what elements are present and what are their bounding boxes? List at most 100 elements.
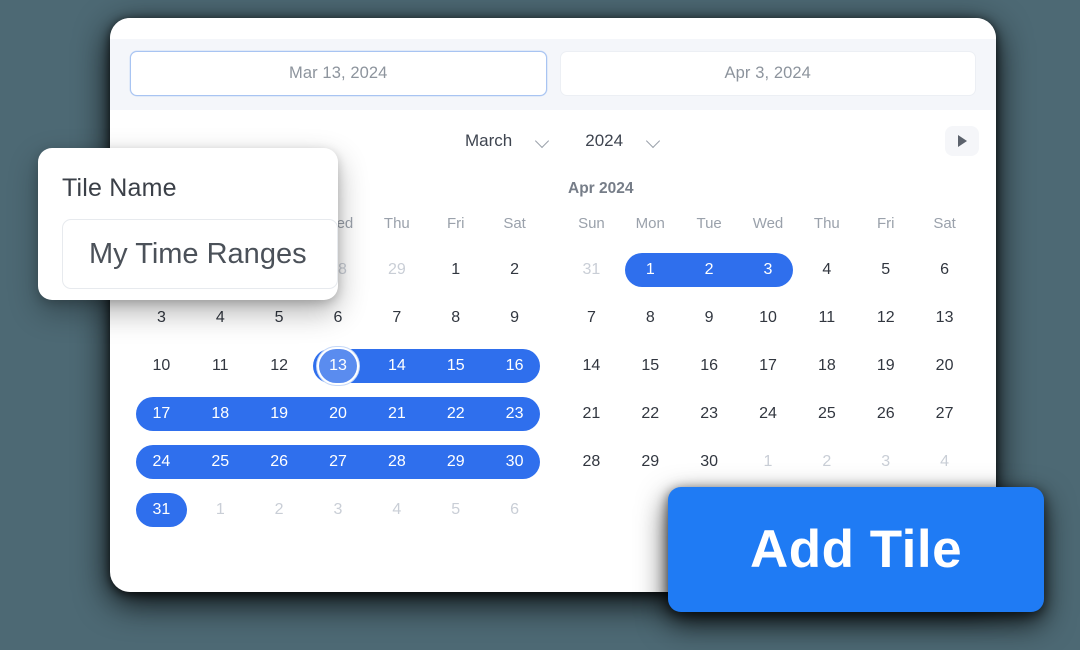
calendar-day-cell[interactable]: 3 — [738, 246, 798, 294]
calendar-day-cell[interactable]: 2 — [679, 246, 739, 294]
start-date-field[interactable]: Mar 13, 2024 — [130, 51, 547, 96]
calendar-day-cell[interactable]: 2 — [485, 246, 544, 294]
calendar-day-cell[interactable]: 9 — [680, 294, 739, 342]
calendar-week-row: 7 8 9 10 11 12 13 — [562, 294, 974, 342]
calendar-day-cell[interactable]: 15 — [621, 342, 680, 390]
calendar-day-cell[interactable]: 10 — [739, 294, 798, 342]
calendar-day-cell[interactable]: 28 — [562, 438, 621, 486]
calendar-day-number: 29 — [446, 453, 465, 470]
calendar-day-cell[interactable]: 5 — [426, 486, 485, 534]
calendar-day-cell[interactable]: 25 — [797, 390, 856, 438]
calendar-day-cell[interactable]: 1 — [426, 246, 485, 294]
calendar-day-cell[interactable]: 2 — [250, 486, 309, 534]
calendar-day-cell[interactable]: 19 — [249, 390, 309, 438]
month-select[interactable]: March — [465, 131, 549, 151]
calendar-day-cell[interactable]: 8 — [621, 294, 680, 342]
calendar-day-cell[interactable]: 20 — [308, 390, 368, 438]
calendar-day-cell[interactable]: 13 — [309, 342, 368, 390]
triangle-right-icon — [957, 135, 967, 147]
calendar-day-cell[interactable]: 29 — [367, 246, 426, 294]
calendar-week-row: 14 15 16 17 18 19 20 — [562, 342, 974, 390]
calendar-day-cell[interactable]: 17 — [132, 390, 191, 438]
weekday-label: Sun — [578, 215, 605, 232]
calendar-day-cell[interactable]: 6 — [485, 486, 544, 534]
calendar-day-number: 18 — [817, 357, 836, 374]
calendar-day-cell[interactable]: 4 — [191, 294, 250, 342]
year-select[interactable]: 2024 — [585, 131, 660, 151]
calendar-day-cell[interactable]: 26 — [856, 390, 915, 438]
calendar-day-cell[interactable]: 12 — [250, 342, 309, 390]
calendar-day-cell[interactable]: 24 — [739, 390, 798, 438]
calendar-day-cell[interactable]: 27 — [308, 438, 368, 486]
calendar-day-cell[interactable]: 15 — [426, 342, 486, 390]
calendar-day-number: 13 — [329, 357, 347, 374]
calendar-day-number: 6 — [333, 309, 343, 326]
calendar-title: Apr 2024 — [568, 180, 634, 197]
tile-name-input[interactable]: My Time Ranges — [62, 219, 338, 289]
end-date-field[interactable]: Apr 3, 2024 — [559, 51, 976, 96]
calendar-day-cell[interactable]: 3 — [132, 294, 191, 342]
next-month-button[interactable] — [945, 126, 979, 156]
calendar-day-cell[interactable]: 24 — [132, 438, 191, 486]
calendar-day-cell[interactable]: 3 — [856, 438, 915, 486]
calendar-day-cell[interactable]: 26 — [249, 438, 309, 486]
calendar-day-cell[interactable]: 30 — [485, 438, 544, 486]
weekday-label: Fri — [446, 215, 465, 232]
calendar-day-cell[interactable]: 5 — [250, 294, 309, 342]
calendar-day-cell[interactable]: 14 — [367, 342, 427, 390]
calendar-day-cell[interactable]: 23 — [680, 390, 739, 438]
calendar-day-cell[interactable]: 18 — [797, 342, 856, 390]
calendar-day-cell[interactable]: 2 — [797, 438, 856, 486]
calendar-day-cell[interactable]: 21 — [367, 390, 427, 438]
calendar-day-cell[interactable]: 4 — [367, 486, 426, 534]
calendar-day-cell[interactable]: 11 — [191, 342, 250, 390]
calendar-day-number: 3 — [881, 453, 891, 470]
calendar-day-cell[interactable]: 31 — [132, 486, 191, 534]
calendar-day-number: 21 — [387, 405, 406, 422]
calendar-day-cell[interactable]: 8 — [426, 294, 485, 342]
calendar-day-cell[interactable]: 11 — [797, 294, 856, 342]
calendar-day-number: 24 — [759, 405, 777, 422]
calendar-day-cell[interactable]: 12 — [856, 294, 915, 342]
calendar-day-cell[interactable]: 9 — [485, 294, 544, 342]
calendar-day-cell[interactable]: 14 — [562, 342, 621, 390]
calendar-day-cell[interactable]: 20 — [915, 342, 974, 390]
calendar-day-cell[interactable]: 27 — [915, 390, 974, 438]
calendar-day-cell[interactable]: 7 — [367, 294, 426, 342]
calendar-day-cell[interactable]: 22 — [621, 390, 680, 438]
calendar-day-cell[interactable]: 4 — [915, 438, 974, 486]
calendar-day-number: 24 — [152, 453, 171, 470]
calendar-day-cell[interactable]: 6 — [915, 246, 974, 294]
calendar-day-cell[interactable]: 1 — [191, 486, 250, 534]
calendar-day-number: 28 — [387, 453, 406, 470]
calendar-day-cell[interactable]: 16 — [485, 342, 544, 390]
calendar-day-cell[interactable]: 19 — [856, 342, 915, 390]
calendar-day-cell[interactable]: 4 — [797, 246, 856, 294]
add-tile-button[interactable]: Add Tile — [668, 487, 1044, 612]
calendar-day-number: 5 — [881, 261, 891, 278]
calendar-day-cell[interactable]: 1 — [621, 246, 680, 294]
calendar-day-cell[interactable]: 23 — [485, 390, 544, 438]
calendar-day-cell[interactable]: 28 — [367, 438, 427, 486]
calendar-day-cell[interactable]: 30 — [680, 438, 739, 486]
calendar-day-cell[interactable]: 29 — [426, 438, 486, 486]
month-select-value: March — [465, 131, 513, 150]
calendar-day-cell[interactable]: 21 — [562, 390, 621, 438]
calendar-day-cell[interactable]: 10 — [132, 342, 191, 390]
calendar-day-cell[interactable]: 6 — [309, 294, 368, 342]
calendar-day-cell[interactable]: 3 — [309, 486, 368, 534]
calendar-day-cell[interactable]: 16 — [680, 342, 739, 390]
calendar-day-cell[interactable]: 18 — [190, 390, 250, 438]
calendar-day-cell[interactable]: 5 — [856, 246, 915, 294]
calendar-day-number: 19 — [270, 405, 289, 422]
calendar-day-cell[interactable]: 17 — [739, 342, 798, 390]
calendar-day-cell[interactable]: 31 — [562, 246, 621, 294]
calendar-day-cell[interactable]: 22 — [426, 390, 486, 438]
calendar-day-cell[interactable]: 1 — [739, 438, 798, 486]
calendar-day-cell[interactable]: 13 — [915, 294, 974, 342]
calendar-day-cell[interactable]: 25 — [190, 438, 250, 486]
calendar-day-cell[interactable]: 7 — [562, 294, 621, 342]
calendar-day-cell[interactable]: 29 — [621, 438, 680, 486]
calendar-day-number: 22 — [446, 405, 465, 422]
calendar-day-number: 6 — [940, 261, 950, 278]
